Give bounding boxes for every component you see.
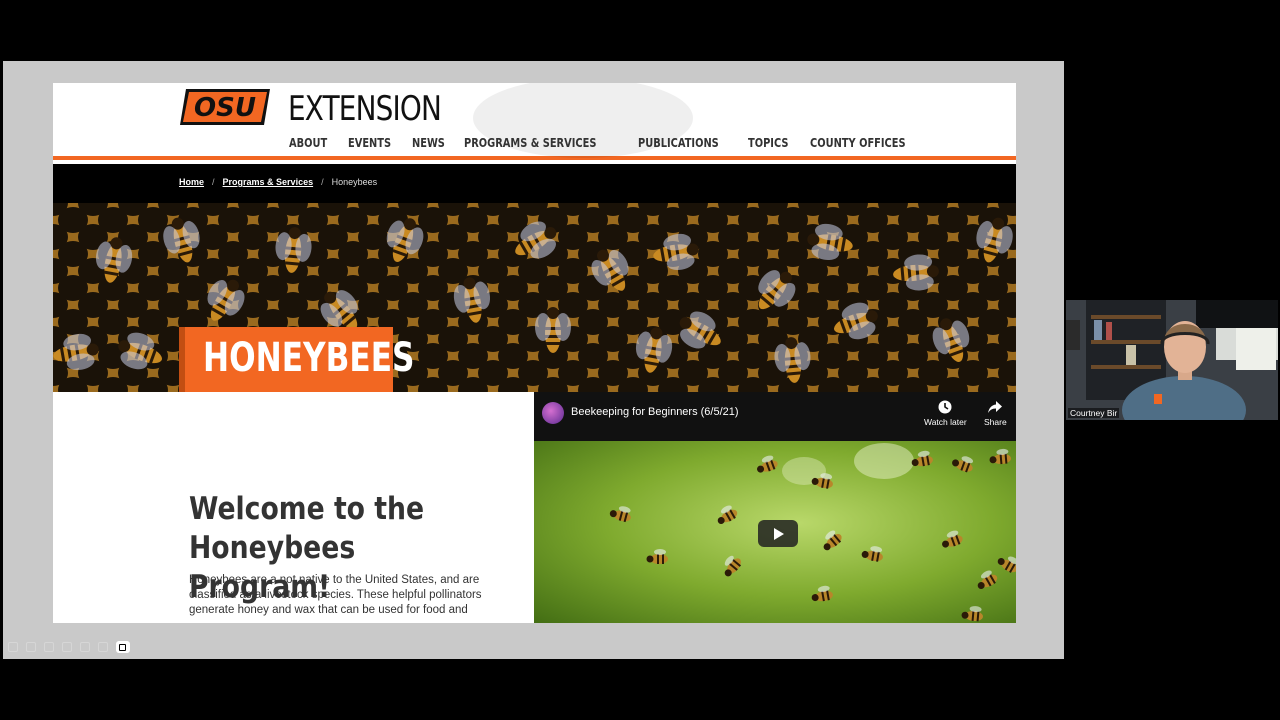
nav-events[interactable]: EVENTS [348,136,391,150]
hero-title-box: HONEYBEES [179,327,415,392]
watch-later-button[interactable]: Watch later [924,399,967,427]
nav-about[interactable]: ABOUT [289,136,327,150]
toolbar-icon[interactable] [44,642,54,652]
breadcrumb-programs[interactable]: Programs & Services [223,177,314,187]
watch-later-label: Watch later [924,417,967,427]
mascot-watermark [473,83,693,158]
toolbar-icon[interactable] [80,642,90,652]
share-button[interactable]: Share [984,399,1007,427]
play-button[interactable] [758,520,798,547]
toolbar-icon[interactable] [98,642,108,652]
svg-text:OSU: OSU [194,93,256,123]
breadcrumb-current: Honeybees [331,177,378,187]
presenter-video [1066,300,1278,420]
presenter-name: Courtney Bir [1068,408,1120,418]
breadcrumb-separator: / [212,177,215,187]
nav-topics[interactable]: TOPICS [748,136,788,150]
main-nav: ABOUT EVENTS NEWS PROGRAMS & SERVICES PU… [289,136,938,150]
channel-avatar[interactable] [542,402,564,424]
video-header: Beekeeping for Beginners (6/5/21) Watch … [534,392,1016,441]
webpage: OSU EXTENSION ABOUT EVENTS NEWS PROGRAMS… [53,83,1016,623]
toolbar-icon[interactable] [62,642,72,652]
nav-programs-services[interactable]: PROGRAMS & SERVICES [464,136,596,150]
intro-body: Honeybees are a not native to the United… [189,574,482,616]
breadcrumb-separator: / [321,177,324,187]
site-header: OSU EXTENSION ABOUT EVENTS NEWS PROGRAMS… [53,83,1016,160]
share-label: Share [984,417,1007,427]
meeting-toolbar [8,641,130,653]
clock-icon [938,400,952,414]
camera-icon[interactable] [116,641,130,653]
youtube-embed[interactable]: Beekeeping for Beginners (6/5/21) Watch … [534,392,1016,623]
hero-title: HONEYBEES [203,335,415,381]
video-title[interactable]: Beekeeping for Beginners (6/5/21) [571,406,739,418]
intro-section: Welcome to the Honeybees Program! Honeyb… [53,392,534,623]
share-arrow-icon [988,401,1003,413]
osu-logo[interactable]: OSU [178,83,273,131]
presenter-webcam: Courtney Bir [1066,300,1278,420]
breadcrumb: Home / Programs & Services / Honeybees [179,177,377,187]
play-icon [774,528,784,540]
site-title[interactable]: EXTENSION [288,89,442,129]
toolbar-icon[interactable] [8,642,18,652]
hero-banner: HONEYBEES [53,203,1016,392]
nav-publications[interactable]: PUBLICATIONS [638,136,719,150]
nav-county-offices[interactable]: COUNTY OFFICES [810,136,906,150]
breadcrumb-home[interactable]: Home [179,177,204,187]
shared-screen: OSU EXTENSION ABOUT EVENTS NEWS PROGRAMS… [3,61,1064,659]
toolbar-icon[interactable] [26,642,36,652]
breadcrumb-bar: Home / Programs & Services / Honeybees [53,164,1016,203]
nav-news[interactable]: NEWS [412,136,445,150]
